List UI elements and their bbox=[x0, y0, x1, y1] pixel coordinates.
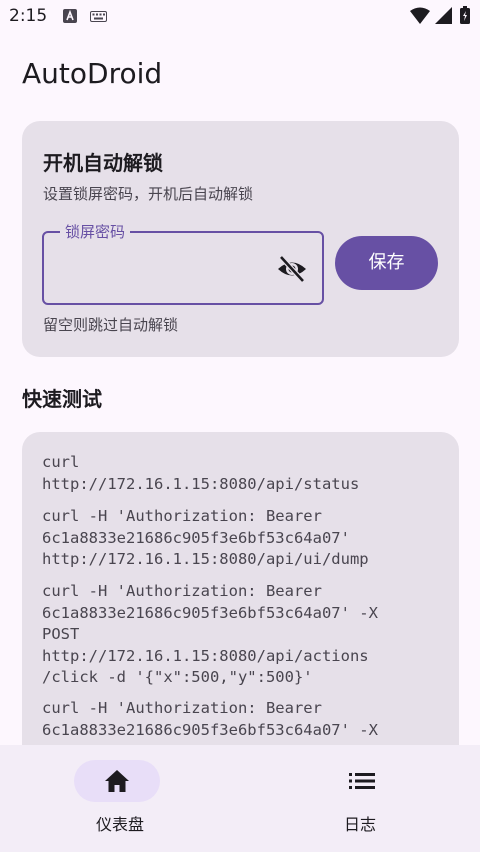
battery-icon bbox=[460, 6, 470, 24]
status-time: 2:15 bbox=[9, 6, 48, 26]
password-field-label: 锁屏密码 bbox=[60, 221, 131, 242]
nav-label-logs: 日志 bbox=[343, 815, 376, 834]
status-bar: 2:15 bbox=[0, 0, 480, 34]
app-title: AutoDroid bbox=[22, 57, 163, 90]
nav-item-logs[interactable]: 日志 bbox=[240, 745, 480, 852]
eye-off-icon[interactable] bbox=[276, 255, 308, 283]
notification-a-icon bbox=[63, 9, 77, 23]
save-button[interactable]: 保存 bbox=[335, 236, 438, 290]
nav-label-dashboard: 仪表盘 bbox=[95, 815, 144, 834]
auto-unlock-card: 开机自动解锁 设置锁屏密码，开机后自动解锁 锁屏密码 保存 留空则跳过自动解锁 bbox=[22, 121, 459, 357]
quick-test-title: 快速测试 bbox=[22, 387, 102, 411]
list-icon bbox=[349, 773, 375, 789]
command-click: curl -H 'Authorization: Bearer 6c1a8833e… bbox=[42, 582, 378, 686]
wifi-icon bbox=[410, 7, 430, 24]
quick-test-card: curl http://172.16.1.15:8080/api/status … bbox=[22, 432, 459, 772]
auto-unlock-title: 开机自动解锁 bbox=[43, 151, 163, 175]
keyboard-icon bbox=[90, 11, 107, 22]
bottom-navigation: 仪表盘 日志 bbox=[0, 745, 480, 852]
nav-item-dashboard[interactable]: 仪表盘 bbox=[0, 745, 240, 852]
password-helper-text: 留空则跳过自动解锁 bbox=[43, 316, 179, 334]
home-icon bbox=[105, 770, 129, 792]
password-field[interactable]: 锁屏密码 bbox=[42, 221, 324, 305]
signal-icon bbox=[435, 7, 452, 24]
command-status: curl http://172.16.1.15:8080/api/status bbox=[42, 453, 360, 493]
password-input[interactable] bbox=[58, 255, 268, 283]
auto-unlock-subtitle: 设置锁屏密码，开机后自动解锁 bbox=[43, 185, 254, 203]
command-ui-dump: curl -H 'Authorization: Bearer 6c1a8833e… bbox=[42, 507, 369, 568]
